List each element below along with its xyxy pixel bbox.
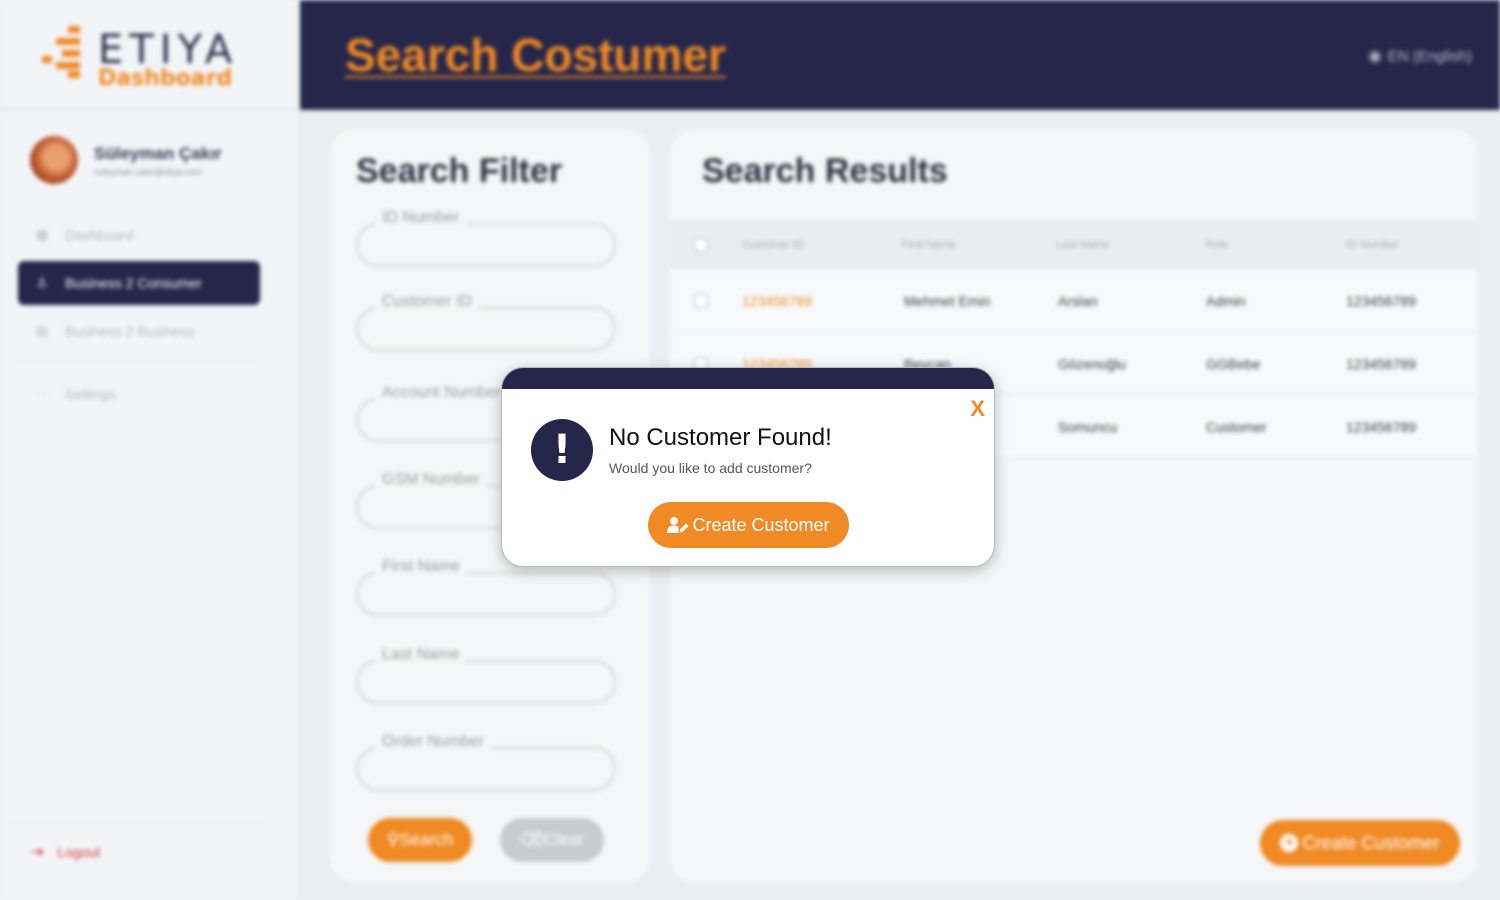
sidebar-item-dashboard[interactable]: ▦ Dashboard (18, 213, 260, 257)
language-label: EN (English) (1387, 47, 1472, 65)
clear-button-label: Clear (543, 830, 585, 849)
person-icon: ♙ (36, 275, 48, 290)
sidebar-item-label: Dashboard (65, 227, 134, 243)
language-selector[interactable]: ◉ EN (English) (1368, 46, 1472, 66)
select-all-checkbox[interactable] (694, 238, 708, 252)
close-button[interactable]: X (970, 396, 985, 422)
grid-icon: ▦ (35, 227, 49, 242)
role-cell: GGBebe (1206, 355, 1261, 372)
customer-id-cell[interactable]: 123456789 (742, 270, 812, 331)
column-header: Role (1206, 239, 1229, 251)
sidebar-item-label: Business 2 Consumer (65, 275, 202, 291)
dialog-button-label: Create Customer (692, 514, 830, 535)
field-label: First Name (376, 558, 467, 576)
sidebar: ETIYA Dashboard Süleyman Çakır suleyman.… (0, 0, 300, 900)
id-number-cell: 123456789 (1346, 355, 1417, 372)
field-label: GSM Number (376, 471, 486, 489)
create-customer-button[interactable]: + Create Customer (1260, 820, 1460, 866)
divider (10, 822, 265, 823)
clear-button[interactable]: ⌫ Clear (500, 818, 604, 862)
brand-sub: Dashboard (98, 66, 233, 91)
table-header: Customer ID First Name Last Name Role ID… (670, 220, 1478, 270)
field-label: ID Number (376, 209, 466, 227)
filter-title: Search Filter (356, 152, 562, 190)
role-cell: Customer (1206, 418, 1267, 435)
last-name-cell: Gözenoğlu (1058, 355, 1126, 372)
sidebar-item-b2b[interactable]: ▤ Business 2 Business (18, 309, 260, 353)
top-bar: Search Costumer ◉ EN (English) (300, 0, 1500, 110)
search-button-label: Search (399, 830, 454, 849)
sidebar-item-settings[interactable]: ··· Settings (18, 372, 260, 416)
column-header: Customer ID (742, 239, 804, 251)
dialog-title: No Customer Found! (609, 424, 832, 451)
search-icon: ⚲ (386, 830, 400, 849)
logout-label: Logout (57, 844, 101, 860)
dialog-create-customer-button[interactable]: Create Customer (648, 502, 849, 548)
create-customer-label: Create Customer (1302, 832, 1440, 853)
sidebar-item-label: Business 2 Business (65, 323, 195, 339)
user-profile[interactable]: Süleyman Çakır suleyman.cakir@etiya.com (30, 136, 222, 184)
column-header: Last Name (1056, 239, 1110, 251)
field-label: Customer ID (376, 293, 478, 311)
order-number-field[interactable]: Order Number (356, 733, 616, 791)
id-number-cell: 123456789 (1346, 292, 1417, 309)
divider (18, 361, 260, 362)
role-cell: Admin (1206, 292, 1246, 309)
calendar-icon: ▤ (35, 323, 49, 338)
last-name-cell: Arslan (1058, 292, 1098, 309)
column-header: First Name (902, 239, 956, 251)
user-edit-icon (667, 517, 689, 533)
sidebar-nav: ▦ Dashboard ♙ Business 2 Consumer ▤ Busi… (18, 213, 260, 420)
last-name-cell: Somuncu (1058, 418, 1118, 435)
brand-name: ETIYA (98, 27, 239, 73)
id-number-field[interactable]: ID Number (356, 209, 616, 267)
globe-icon: ◉ (1367, 48, 1382, 65)
id-number-cell: 123456789 (1346, 418, 1417, 435)
sidebar-item-b2c[interactable]: ♙ Business 2 Consumer (18, 261, 260, 305)
dots-icon: ··· (35, 386, 49, 401)
field-label: Order Number (376, 733, 491, 751)
no-customer-dialog: X ! No Customer Found! Would you like to… (501, 367, 995, 567)
field-label: Last Name (376, 646, 466, 664)
row-checkbox[interactable] (694, 293, 708, 308)
logout-button[interactable]: ⇥ Logout (30, 842, 100, 862)
field-label: Account Number (376, 384, 508, 402)
user-name: Süleyman Çakır (94, 143, 222, 163)
dialog-header (502, 368, 994, 389)
column-header: ID Number (1346, 239, 1400, 251)
customer-id-field[interactable]: Customer ID (356, 293, 616, 351)
user-email: suleyman.cakir@etiya.com (94, 166, 202, 177)
last-name-field[interactable]: Last Name (356, 646, 616, 704)
dialog-message: Would you like to add customer? (609, 460, 812, 476)
sidebar-item-label: Settings (65, 386, 116, 402)
page-title: Search Costumer (345, 29, 726, 81)
plus-circle-icon: + (1280, 834, 1299, 852)
first-name-field[interactable]: First Name (356, 558, 616, 616)
avatar (30, 136, 78, 184)
eraser-icon: ⌫ (519, 830, 544, 849)
exclamation-icon: ! (531, 419, 593, 481)
logout-icon: ⇥ (30, 844, 44, 861)
first-name-cell: Mehmet Emin (904, 292, 991, 309)
results-title: Search Results (702, 152, 948, 190)
logo-mark-icon (42, 26, 84, 78)
search-button[interactable]: ⚲ Search (368, 818, 472, 862)
table-row[interactable]: 123456789 Mehmet Emin Arslan Admin 12345… (670, 270, 1478, 332)
logo: ETIYA Dashboard (0, 0, 299, 110)
